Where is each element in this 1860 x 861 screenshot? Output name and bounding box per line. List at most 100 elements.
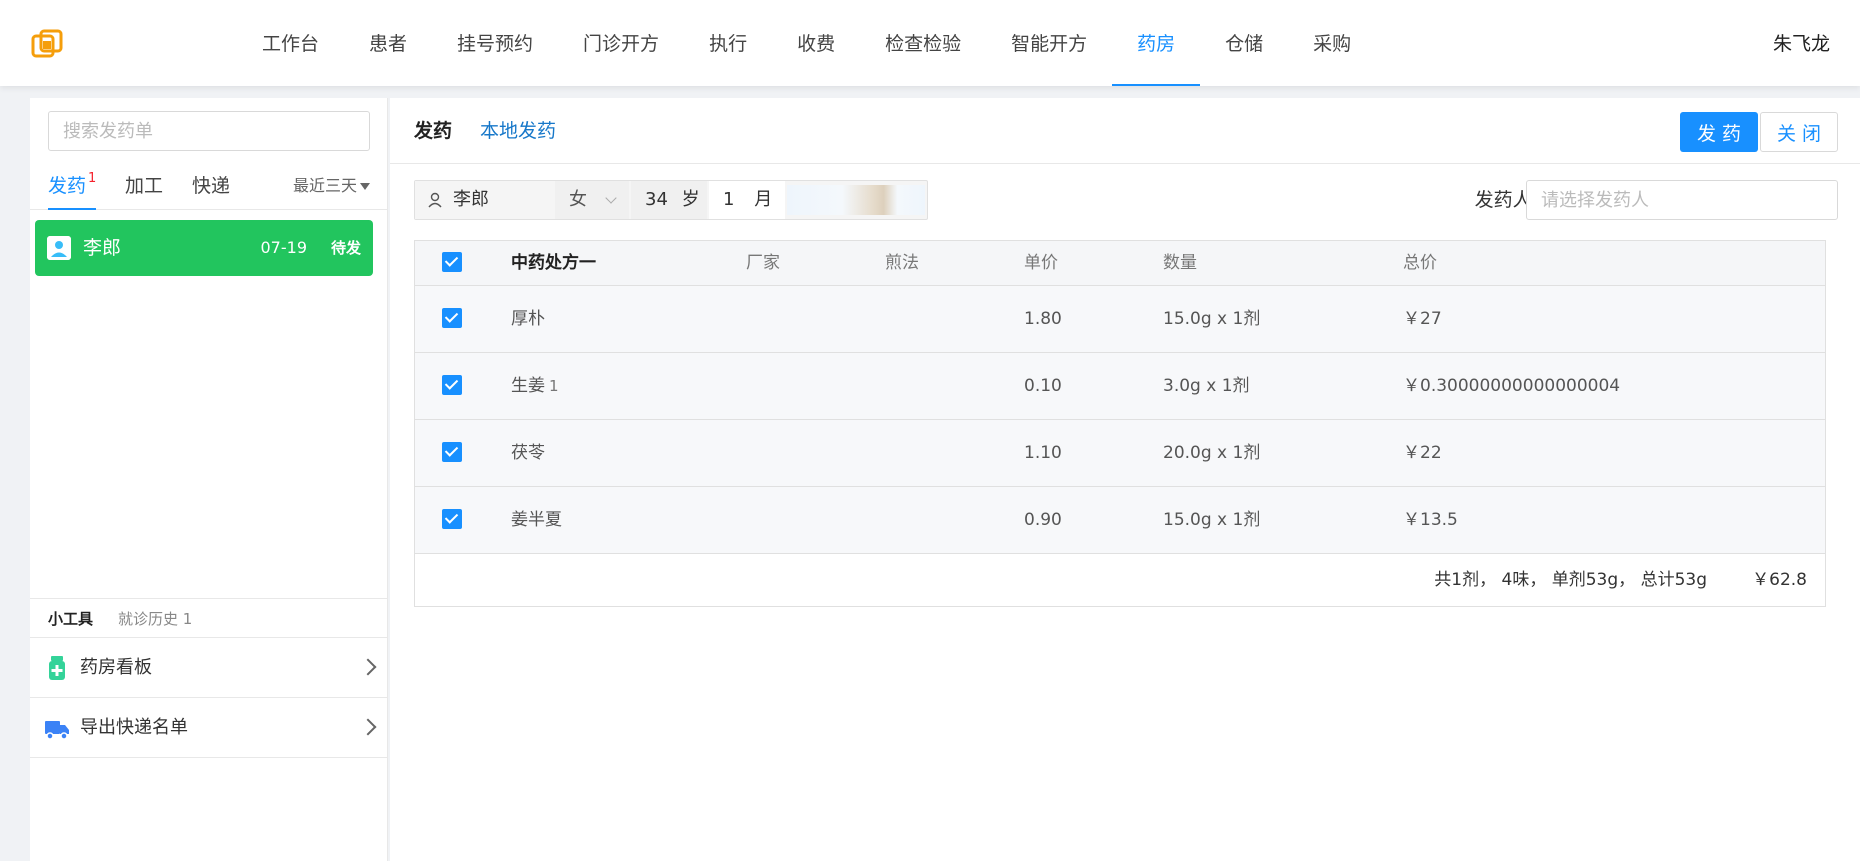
herb-total: ￥27 <box>1403 309 1442 329</box>
table-summary: 共1剂， 4味， 单剂53g， 总计53g ￥62.8 <box>415 554 1825 606</box>
nav-item-smart-rx[interactable]: 智能开方 <box>986 0 1112 86</box>
header-decoction: 煎法 <box>885 253 919 273</box>
row-checkbox[interactable] <box>442 353 462 420</box>
herb-total: ￥0.30000000000000004 <box>1403 376 1621 396</box>
nav-item-purchase[interactable]: 采购 <box>1288 0 1376 86</box>
tab-badge: 1 <box>88 171 97 186</box>
month-unit: 月 <box>754 189 773 210</box>
dispenser-select[interactable] <box>1526 180 1838 220</box>
tab-process[interactable]: 加工 <box>125 170 163 210</box>
checkbox-checked-icon <box>442 441 462 462</box>
herb-name-cell: 生姜 1 <box>511 353 559 420</box>
tool-pharmacy-board[interactable]: 药房看板 <box>30 638 388 698</box>
nav-item-storage[interactable]: 仓储 <box>1200 0 1288 86</box>
header-factory: 厂家 <box>746 253 780 273</box>
summary-total: ￥62.8 <box>1752 570 1807 590</box>
main-header: 发药 本地发药 发 药 关 闭 <box>390 98 1860 164</box>
patient-info-bar: 李郎 女 34 岁 1 月 <box>414 180 928 220</box>
select-all-checkbox[interactable] <box>442 241 462 286</box>
date-filter-dropdown[interactable]: 最近三天 <box>293 170 370 202</box>
month-field[interactable]: 1 月 <box>709 181 785 219</box>
search-input[interactable] <box>48 111 370 151</box>
age-field[interactable]: 34 岁 <box>631 181 707 219</box>
herb-total: ￥13.5 <box>1403 510 1458 530</box>
row-checkbox[interactable] <box>442 487 462 554</box>
main-panel: 发药 本地发药 发 药 关 闭 李郎 女 34 岁 1 月 发药人: 请选择发药… <box>390 98 1860 861</box>
row-checkbox[interactable] <box>442 286 462 353</box>
sidebar-tabs: 发药 1 加工 快递 最近三天 <box>30 170 388 210</box>
nav-item-lab[interactable]: 检查检验 <box>860 0 986 86</box>
main-menu: 工作台 患者 挂号预约 门诊开方 执行 收费 检查检验 智能开方 药房 仓储 采… <box>237 0 1376 86</box>
nav-item-execute[interactable]: 执行 <box>684 0 772 86</box>
tab-dispense-label: 发药 <box>48 175 87 197</box>
table-row: 姜半夏 0.90 15.0g x 1剂 ￥13.5 <box>415 487 1825 554</box>
herb-price: 1.80 <box>1024 309 1062 329</box>
logo-icon <box>31 29 63 58</box>
table-row: 厚朴 1.80 15.0g x 1剂 ￥27 <box>415 286 1825 353</box>
list-item[interactable]: 李郎 07-19 待发 <box>35 220 373 276</box>
tab-local-dispense[interactable]: 本地发药 <box>480 98 556 164</box>
tab-dispense-main[interactable]: 发药 <box>414 98 452 164</box>
herb-quantity: 15.0g x 1剂 <box>1163 510 1261 530</box>
chevron-right-icon <box>359 658 377 676</box>
nav-item-patients[interactable]: 患者 <box>344 0 432 86</box>
truck-icon <box>45 721 69 740</box>
tool-label: 导出快递名单 <box>80 717 188 738</box>
top-navbar: 工作台 患者 挂号预约 门诊开方 执行 收费 检查检验 智能开方 药房 仓储 采… <box>0 0 1860 86</box>
checkbox-checked-icon <box>442 374 462 395</box>
header-quantity: 数量 <box>1163 253 1197 273</box>
nav-item-workbench[interactable]: 工作台 <box>237 0 344 86</box>
herb-name: 生姜 <box>511 376 545 396</box>
herb-total: ￥22 <box>1403 443 1442 463</box>
tab-express[interactable]: 快递 <box>192 170 230 210</box>
herb-price: 1.10 <box>1024 443 1062 463</box>
herb-name: 厚朴 <box>511 309 545 329</box>
row-checkbox[interactable] <box>442 420 462 487</box>
herb-price: 0.10 <box>1024 376 1062 396</box>
checkbox-checked-icon <box>442 307 462 328</box>
list-item-name: 李郎 <box>83 237 122 259</box>
user-name[interactable]: 朱飞龙 <box>1773 0 1830 88</box>
medicine-bottle-icon <box>49 656 65 680</box>
tools-header: 小工具 就诊历史 1 <box>30 598 388 638</box>
header-price: 单价 <box>1024 253 1058 273</box>
dispense-button[interactable]: 发 药 <box>1680 112 1758 152</box>
header-total: 总价 <box>1403 253 1437 273</box>
header-name: 中药处方一 <box>511 253 596 273</box>
checkbox-checked-icon <box>442 508 462 529</box>
month-value: 1 <box>723 189 735 210</box>
herb-quantity: 15.0g x 1剂 <box>1163 309 1261 329</box>
nav-item-outpatient-rx[interactable]: 门诊开方 <box>558 0 684 86</box>
status-badge: 待发 <box>330 239 361 257</box>
close-button[interactable]: 关 闭 <box>1760 112 1838 152</box>
tool-export-express[interactable]: 导出快递名单 <box>30 698 388 758</box>
age-value: 34 <box>645 189 668 210</box>
nav-item-charge[interactable]: 收费 <box>772 0 860 86</box>
patient-name: 李郎 <box>453 189 489 210</box>
gender-value: 女 <box>569 189 587 210</box>
date-filter-label: 最近三天 <box>292 176 357 195</box>
tools-title[interactable]: 小工具 <box>48 599 93 639</box>
herb-price: 0.90 <box>1024 510 1062 530</box>
redacted-field <box>787 185 925 215</box>
visit-history-tab[interactable]: 就诊历史 1 <box>118 599 192 639</box>
herb-quantity: 20.0g x 1剂 <box>1163 443 1261 463</box>
herb-name: 茯苓 <box>511 443 545 463</box>
table-header-row: 中药处方一 厂家 煎法 单价 数量 总价 <box>415 241 1825 286</box>
nav-item-registration[interactable]: 挂号预约 <box>432 0 558 86</box>
patient-name-field[interactable]: 李郎 <box>415 181 553 219</box>
list-item-date: 07-19 <box>260 238 308 257</box>
prescription-table: 中药处方一 厂家 煎法 单价 数量 总价 厚朴 1.80 15.0g x 1剂 … <box>414 240 1826 607</box>
summary-text: 共1剂， 4味， 单剂53g， 总计53g <box>1434 570 1707 590</box>
sidebar: 发药1 加工 快递 最近三天 李郎 07-19 待发 小工具 就诊历史 1 药房… <box>30 98 388 861</box>
age-unit: 岁 <box>681 189 700 210</box>
chevron-down-icon <box>605 192 617 204</box>
user-icon <box>428 192 442 208</box>
gender-select[interactable]: 女 <box>555 181 629 219</box>
table-row: 生姜 1 0.10 3.0g x 1剂 ￥0.30000000000000004 <box>415 353 1825 420</box>
tab-dispense[interactable]: 发药 1 <box>48 170 97 210</box>
tool-label: 药房看板 <box>80 657 152 678</box>
herb-name: 姜半夏 <box>511 510 562 530</box>
nav-item-pharmacy[interactable]: 药房 <box>1112 0 1201 86</box>
user-avatar-icon <box>47 236 71 260</box>
